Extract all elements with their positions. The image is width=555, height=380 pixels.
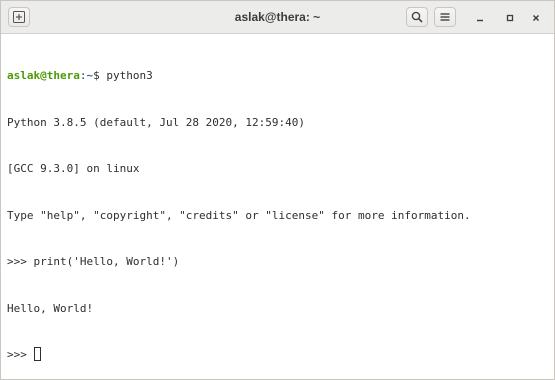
search-button[interactable]: [406, 7, 428, 27]
repl-prompt: >>>: [7, 348, 34, 361]
close-button[interactable]: [527, 9, 545, 27]
terminal-output[interactable]: aslak@thera:~$ python3 Python 3.8.5 (def…: [1, 34, 554, 379]
prompt-user-host: aslak@thera: [7, 69, 80, 82]
new-tab-icon: [13, 11, 25, 23]
text-cursor: [33, 347, 41, 361]
close-icon: [533, 15, 539, 21]
minimize-icon: [477, 19, 483, 22]
maximize-icon: [506, 14, 514, 22]
output-line: Hello, World!: [7, 301, 94, 315]
search-icon: [411, 11, 423, 23]
shell-command: python3: [106, 69, 153, 82]
hamburger-menu-icon: [440, 13, 450, 21]
shell-prompt-line: aslak@thera:~$ python3: [7, 68, 554, 84]
prompt-symbol: $: [93, 69, 107, 82]
output-line: [GCC 9.3.0] on linux: [7, 162, 140, 175]
menu-button[interactable]: [434, 7, 456, 27]
repl-input-line[interactable]: >>>: [7, 347, 554, 363]
maximize-button[interactable]: [501, 9, 519, 27]
terminal-window: aslak@thera: ~ aslak@thera:~$ python3 Py…: [0, 0, 555, 380]
minimize-button[interactable]: [471, 9, 489, 27]
title-bar[interactable]: aslak@thera: ~: [1, 1, 554, 34]
output-line: Python 3.8.5 (default, Jul 28 2020, 12:5…: [7, 115, 306, 129]
new-tab-button[interactable]: [8, 7, 30, 27]
output-line: Type "help", "copyright", "credits" or "…: [7, 208, 471, 222]
output-line: >>> print('Hello, World!'): [7, 255, 180, 268]
